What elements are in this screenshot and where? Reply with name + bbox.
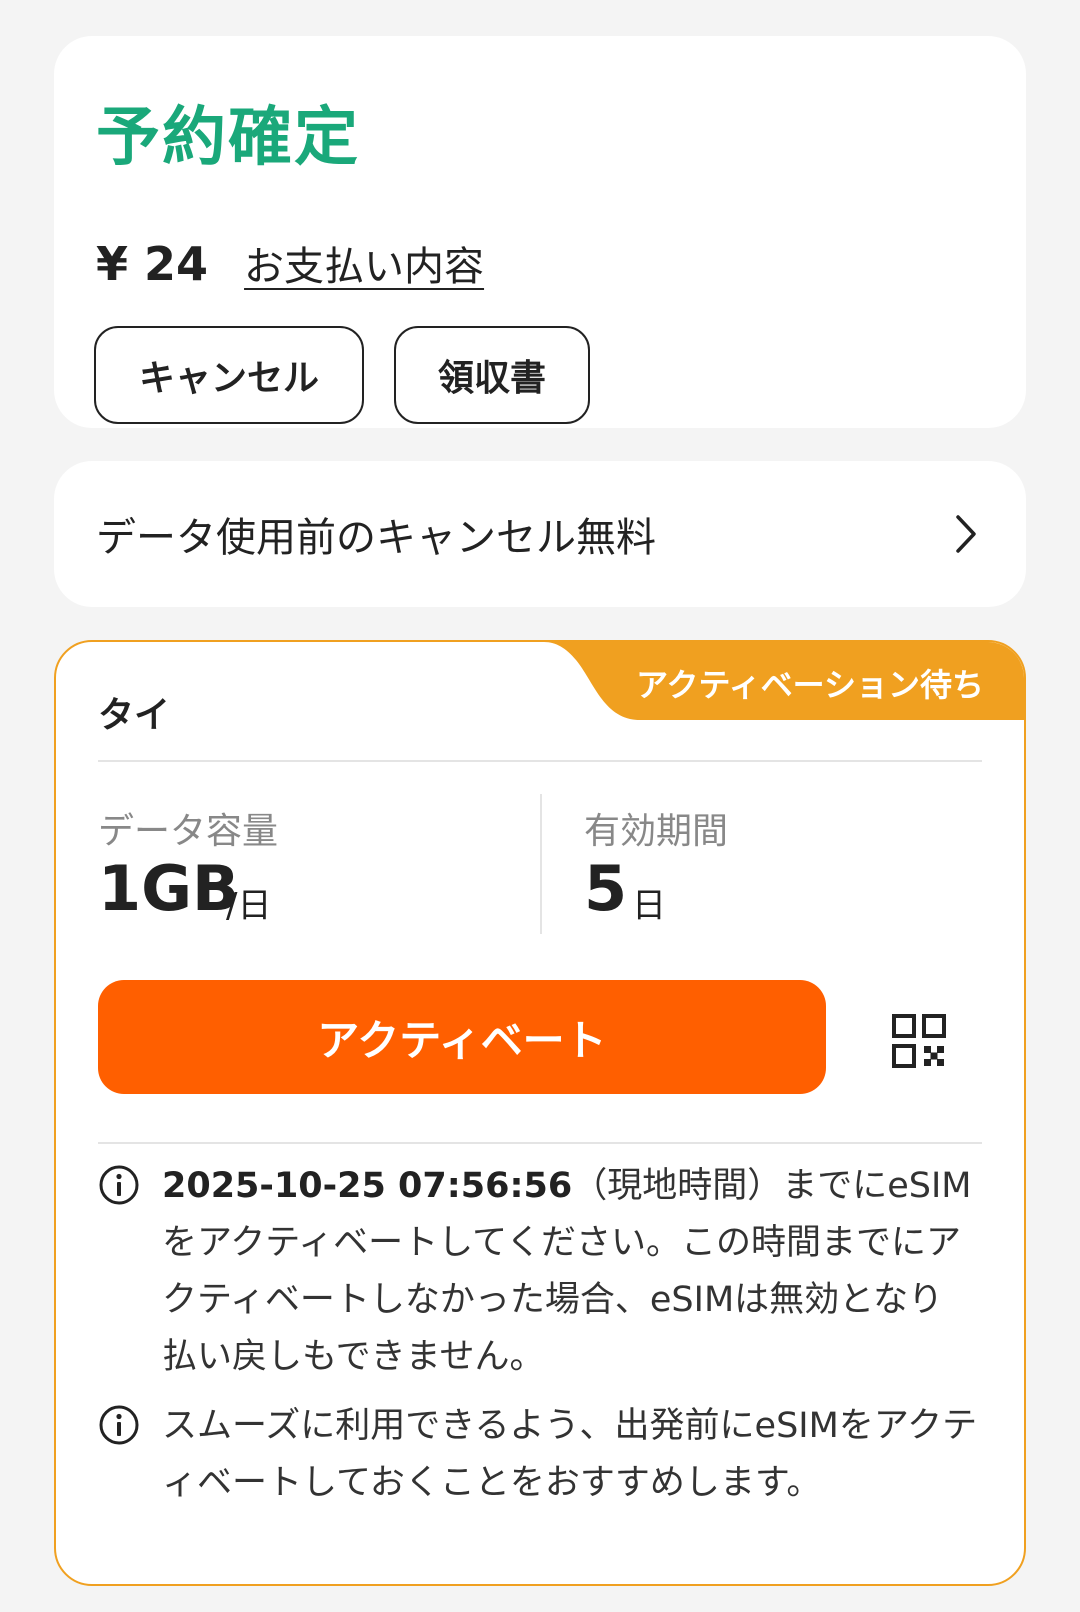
booking-actions: キャンセル 領収書 [94,326,590,424]
activation-recommendation-note: スムーズに利用できるよう、出発前にeSIMをアクティベートしておくことをおすすめ… [98,1398,978,1512]
activation-deadline-note: 2025-10-25 07:56:56（現地時間）までにeSIMをアクティベート… [98,1158,978,1386]
data-capacity-label: データ容量 [98,811,279,852]
note-text: 2025-10-25 07:56:56（現地時間）までにeSIMをアクティベート… [162,1158,978,1386]
activation-deadline: 2025-10-25 07:56:56 [162,1166,573,1206]
note-text: スムーズに利用できるよう、出発前にeSIMをアクティベートしておくことをおすすめ… [162,1406,978,1503]
status-tab: アクティベーション待ち [544,642,1024,720]
divider [98,1142,982,1144]
booking-status-title: 予約確定 [96,101,360,175]
qr-code-icon[interactable] [892,1014,946,1068]
stat-divider [540,794,542,934]
divider [98,760,982,762]
info-icon [99,1165,139,1205]
chevron-right-icon [956,515,976,553]
esim-card: アクティベーション待ち タイ データ容量 1GB /日 有効期間 5 日 アクテ… [54,640,1026,1586]
info-icon [99,1405,139,1445]
cancellation-policy-label: データ使用前のキャンセル無料 [96,515,656,561]
cancellation-policy-row[interactable]: データ使用前のキャンセル無料 [54,461,1026,607]
booking-card: 予約確定 ¥ 24 お支払い内容 キャンセル 領収書 [54,36,1026,428]
activation-status-label: アクティベーション待ち [636,666,984,704]
country-name: タイ [98,695,171,736]
data-capacity-value: 1GB [98,852,240,925]
data-capacity-unit: /日 [226,886,272,926]
validity-period-value: 5 [584,852,628,925]
validity-period-unit: 日 [632,886,666,926]
price-row: ¥ 24 お支払い内容 [96,234,484,292]
activate-button[interactable]: アクティベート [98,980,826,1094]
price-amount: ¥ 24 [96,237,209,291]
validity-period-label: 有効期間 [584,811,729,852]
receipt-button[interactable]: 領収書 [394,326,590,424]
cancel-button[interactable]: キャンセル [94,326,364,424]
payment-details-link[interactable]: お支払い内容 [244,234,484,292]
